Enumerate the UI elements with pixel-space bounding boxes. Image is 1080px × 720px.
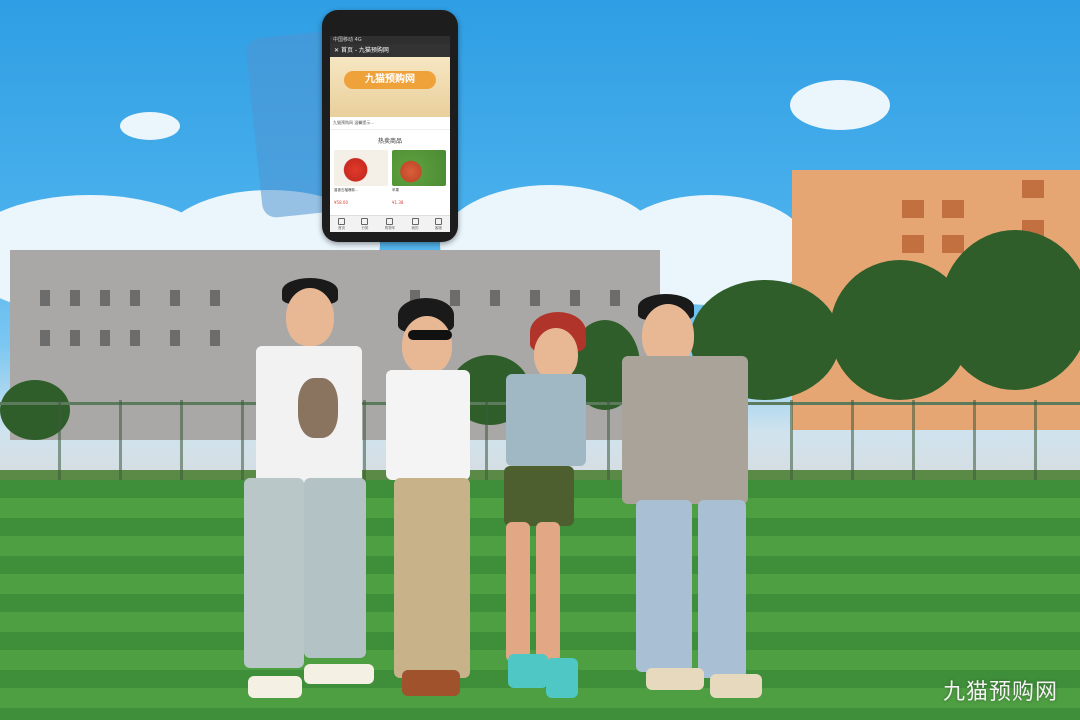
tab-category: 分类 [361, 217, 369, 231]
person-3 [496, 312, 596, 704]
person-2 [384, 298, 484, 708]
smartphone-mockup: 中国移动 4G ✕ 首页 - 九猫预购网 九猫预购网 九猫预购网 温馨提示...… [322, 10, 458, 242]
tree [940, 230, 1080, 390]
cloud [120, 112, 180, 140]
category-icon [361, 217, 369, 225]
person-4 [618, 294, 762, 706]
bottom-tab-bar: 首页 分类 购物车 我的 客服 [330, 215, 450, 232]
person-1 [238, 278, 378, 703]
watermark: 九猫预购网 [942, 680, 1058, 705]
notice-bar: 九猫预购网 温馨提示... [330, 117, 450, 130]
tab-home: 首页 [338, 217, 346, 231]
banner-title: 九猫预购网 [344, 71, 436, 89]
product-name: 曾被石榴爆款... [334, 188, 359, 192]
app-title-bar: ✕ 首页 - 九猫预购网 [330, 44, 450, 57]
tab-profile: 我的 [411, 217, 419, 231]
home-icon [338, 217, 346, 225]
cart-icon [386, 217, 394, 225]
status-bar: 中国移动 4G [330, 36, 450, 44]
tab-cart: 购物车 [385, 217, 395, 231]
cloud [790, 80, 890, 130]
product-name: 苹果 [392, 188, 399, 192]
product-image-apple [392, 150, 446, 186]
user-icon [411, 217, 419, 225]
close-icon: ✕ [334, 47, 340, 54]
product-price: ¥1.38 [392, 200, 404, 205]
promo-banner: 九猫预购网 [330, 57, 450, 117]
section-title: 热卖商品 [377, 138, 402, 145]
product-price: ¥58.00 [334, 200, 348, 205]
phone-screen: 中国移动 4G ✕ 首页 - 九猫预购网 九猫预购网 九猫预购网 温馨提示...… [330, 36, 450, 232]
scene: 中国移动 4G ✕ 首页 - 九猫预购网 九猫预购网 九猫预购网 温馨提示...… [0, 0, 1080, 720]
tab-service: 客服 [434, 217, 442, 231]
product-image-pomegranate [334, 150, 388, 186]
app-title: 首页 - 九猫预购网 [340, 47, 389, 54]
service-icon [434, 217, 442, 225]
